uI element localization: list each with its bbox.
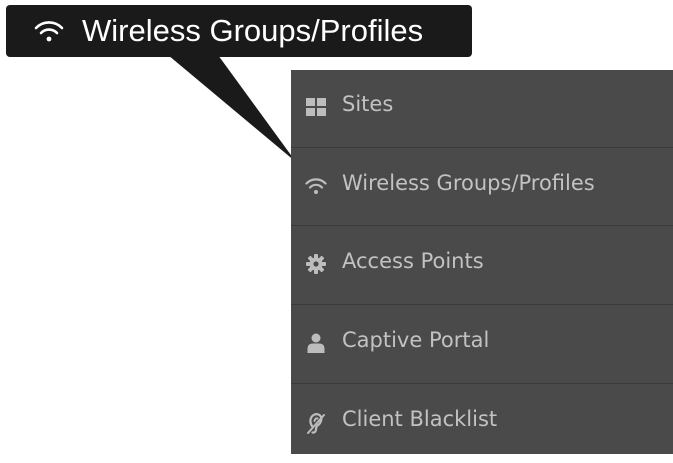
sidebar-item-label: Sites <box>342 92 394 116</box>
user-icon <box>305 332 327 354</box>
sidebar-item-label: Captive Portal <box>342 328 490 352</box>
sidebar-item-label: Access Points <box>342 249 484 273</box>
callout-label: Wireless Groups/Profiles <box>82 13 424 48</box>
sidebar-item-label: Wireless Groups/Profiles <box>342 171 595 195</box>
wifi-icon <box>34 19 64 43</box>
sidebar-item-client-blacklist[interactable]: Client Blacklist <box>291 385 673 463</box>
sidebar-item-label: Client Blacklist <box>342 407 498 431</box>
wifi-icon <box>305 175 327 197</box>
sidebar-item-sites[interactable]: Sites <box>291 70 673 148</box>
sidebar-item-captive-portal[interactable]: Captive Portal <box>291 306 673 384</box>
sidebar-menu: Sites Wireless Groups/Profiles Access Po… <box>291 70 673 454</box>
gear-icon <box>305 253 327 275</box>
sidebar-item-wireless-groups[interactable]: Wireless Groups/Profiles <box>291 148 673 226</box>
callout-tooltip: Wireless Groups/Profiles <box>6 5 472 57</box>
grid-icon <box>305 96 327 118</box>
sidebar-item-access-points[interactable]: Access Points <box>291 227 673 305</box>
deaf-icon <box>305 412 327 434</box>
